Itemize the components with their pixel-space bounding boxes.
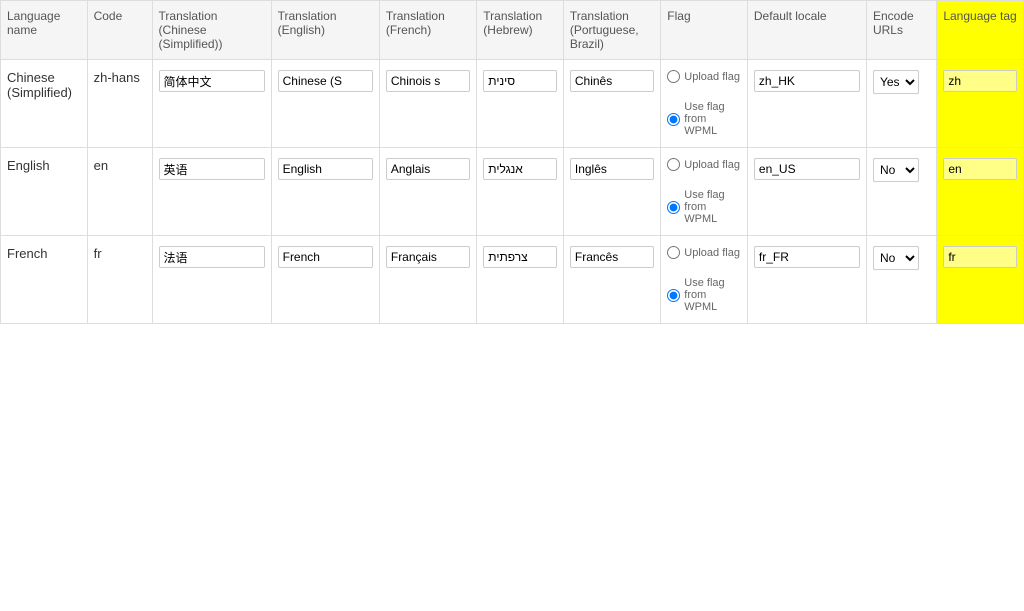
default-locale-input[interactable]: [754, 70, 860, 92]
flag-cell[interactable]: Upload flag Use flag from WPML: [661, 236, 748, 324]
flag-wpml-label: Use flag from WPML: [684, 101, 741, 137]
flag-options: Upload flag Use flag from WPML: [667, 70, 741, 137]
lang-code-cell: en: [87, 148, 152, 236]
trans-he-input[interactable]: [483, 70, 557, 92]
lang-tag-cell[interactable]: [937, 236, 1024, 324]
trans-he-cell[interactable]: [477, 236, 564, 324]
flag-wpml-label: Use flag from WPML: [684, 189, 741, 225]
trans-pt-input[interactable]: [570, 246, 654, 268]
trans-fr-input[interactable]: [386, 158, 470, 180]
header-encode-urls: Encode URLs: [866, 1, 936, 60]
table-row: Frenchfr Upload flag Use flag from WPML …: [1, 236, 1024, 324]
lang-tag-input[interactable]: [943, 158, 1017, 180]
header-flag: Flag: [661, 1, 748, 60]
lang-tag-input[interactable]: [943, 70, 1017, 92]
flag-wpml-radio[interactable]: [667, 289, 680, 302]
trans-pt-cell[interactable]: [563, 236, 660, 324]
trans-en-input[interactable]: [278, 158, 373, 180]
header-trans-en: Translation (English): [271, 1, 379, 60]
header-lang-name: Language name: [1, 1, 88, 60]
trans-fr-cell[interactable]: [379, 148, 476, 236]
trans-en-cell[interactable]: [271, 148, 379, 236]
default-locale-cell[interactable]: [747, 236, 866, 324]
header-trans-cn: Translation (Chinese (Simplified)): [152, 1, 271, 60]
trans-en-cell[interactable]: [271, 236, 379, 324]
lang-name-cell: Chinese (Simplified): [1, 60, 88, 148]
encode-urls-cell[interactable]: YesNo: [866, 60, 936, 148]
encode-urls-cell[interactable]: YesNo: [866, 236, 936, 324]
trans-fr-cell[interactable]: [379, 60, 476, 148]
trans-pt-input[interactable]: [570, 70, 654, 92]
flag-cell[interactable]: Upload flag Use flag from WPML: [661, 148, 748, 236]
languages-table-container: Language name Code Translation (Chinese …: [0, 0, 1024, 324]
trans-pt-cell[interactable]: [563, 60, 660, 148]
header-code: Code: [87, 1, 152, 60]
flag-options: Upload flag Use flag from WPML: [667, 246, 741, 313]
trans-en-input[interactable]: [278, 70, 373, 92]
flag-upload-radio[interactable]: [667, 158, 680, 171]
trans-cn-input[interactable]: [159, 246, 265, 268]
trans-en-cell[interactable]: [271, 60, 379, 148]
trans-pt-cell[interactable]: [563, 148, 660, 236]
table-row: Chinese (Simplified)zh-hans Upload flag …: [1, 60, 1024, 148]
trans-en-input[interactable]: [278, 246, 373, 268]
lang-tag-cell[interactable]: [937, 60, 1024, 148]
header-trans-he: Translation (Hebrew): [477, 1, 564, 60]
flag-upload-label: Upload flag: [684, 71, 740, 83]
flag-wpml-radio[interactable]: [667, 201, 680, 214]
lang-code-cell: zh-hans: [87, 60, 152, 148]
encode-urls-select[interactable]: YesNo: [873, 70, 919, 94]
lang-tag-cell[interactable]: [937, 148, 1024, 236]
trans-cn-input[interactable]: [159, 70, 265, 92]
trans-fr-input[interactable]: [386, 246, 470, 268]
encode-urls-select[interactable]: YesNo: [873, 158, 919, 182]
flag-upload-label: Upload flag: [684, 247, 740, 259]
default-locale-input[interactable]: [754, 246, 860, 268]
trans-he-input[interactable]: [483, 246, 557, 268]
flag-cell[interactable]: Upload flag Use flag from WPML: [661, 60, 748, 148]
flag-upload-radio[interactable]: [667, 70, 680, 83]
languages-table: Language name Code Translation (Chinese …: [0, 0, 1024, 324]
header-trans-pt: Translation (Portuguese, Brazil): [563, 1, 660, 60]
header-lang-tag: Language tag: [937, 1, 1024, 60]
trans-he-input[interactable]: [483, 158, 557, 180]
trans-cn-cell[interactable]: [152, 60, 271, 148]
default-locale-cell[interactable]: [747, 148, 866, 236]
trans-he-cell[interactable]: [477, 60, 564, 148]
flag-upload-label: Upload flag: [684, 159, 740, 171]
trans-cn-cell[interactable]: [152, 148, 271, 236]
lang-name-cell: French: [1, 236, 88, 324]
lang-name-cell: English: [1, 148, 88, 236]
default-locale-input[interactable]: [754, 158, 860, 180]
trans-cn-cell[interactable]: [152, 236, 271, 324]
default-locale-cell[interactable]: [747, 60, 866, 148]
flag-upload-radio[interactable]: [667, 246, 680, 259]
trans-he-cell[interactable]: [477, 148, 564, 236]
header-trans-fr: Translation (French): [379, 1, 476, 60]
trans-fr-cell[interactable]: [379, 236, 476, 324]
lang-code-cell: fr: [87, 236, 152, 324]
flag-wpml-label: Use flag from WPML: [684, 277, 741, 313]
flag-wpml-radio[interactable]: [667, 113, 680, 126]
trans-cn-input[interactable]: [159, 158, 265, 180]
encode-urls-cell[interactable]: YesNo: [866, 148, 936, 236]
trans-fr-input[interactable]: [386, 70, 470, 92]
table-row: Englishen Upload flag Use flag from WPML…: [1, 148, 1024, 236]
flag-options: Upload flag Use flag from WPML: [667, 158, 741, 225]
lang-tag-input[interactable]: [943, 246, 1017, 268]
header-default-locale: Default locale: [747, 1, 866, 60]
trans-pt-input[interactable]: [570, 158, 654, 180]
encode-urls-select[interactable]: YesNo: [873, 246, 919, 270]
